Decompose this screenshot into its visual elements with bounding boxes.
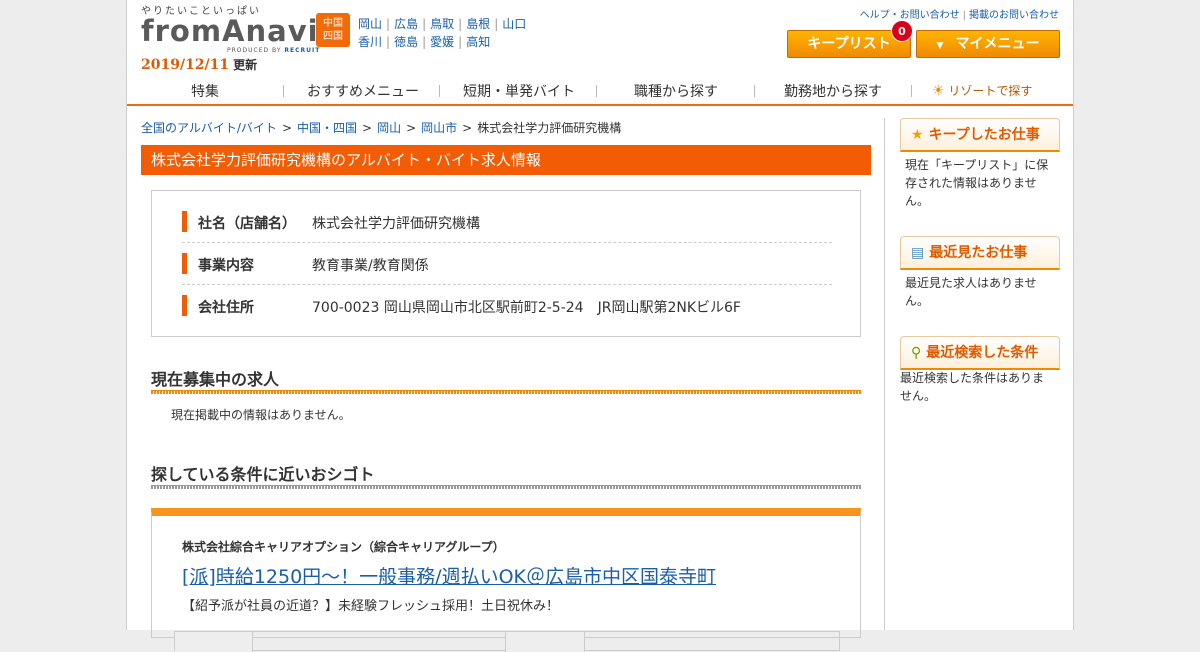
nav-feature[interactable]: 特集 <box>191 81 219 101</box>
recent-search-text: 最近検索した条件はありません。 <box>900 371 1045 403</box>
region-link-tokushima[interactable]: 徳島 <box>394 35 418 49</box>
section-divider <box>151 485 861 489</box>
top-links: ヘルプ・お問い合わせ | 掲載のお問い合わせ <box>859 10 1059 21</box>
job-card: 株式会社綜合キャリアオプション（綜合キャリアグループ） [派]時給1250円～！… <box>151 508 861 652</box>
job-catchphrase: 【紹予派が社員の近道？】未経験フレッシュ採用！土日祝休み！ <box>182 599 560 614</box>
update-date: 2019/12/11 更新 <box>141 57 258 73</box>
business-row: 事業内容 教育事業/教育関係 <box>182 243 832 285</box>
sun-icon: ☀ <box>932 83 945 99</box>
global-nav: 特集 おすすめメニュー 短期・単発バイト 職種から探す 勤務地から探す ☀ リゾ… <box>127 78 1073 106</box>
section-divider <box>151 390 861 394</box>
document-icon: ▤ <box>911 245 925 261</box>
company-info-box: 社名（店舗名） 株式会社学力評価研究機構 事業内容 教育事業/教育関係 会社住所… <box>151 190 861 337</box>
company-name-value: 株式会社学力評価研究機構 <box>312 216 480 232</box>
job-company: 株式会社綜合キャリアオプション（綜合キャリアグループ） <box>182 540 505 554</box>
nav-recommend[interactable]: おすすめメニュー <box>307 81 419 101</box>
breadcrumb-chugoku-shikoku[interactable]: 中国・四国 <box>297 121 357 135</box>
search-icon: ⚲ <box>911 345 922 361</box>
recent-jobs-text: 最近見た求人はありません。 <box>905 276 1037 308</box>
region-link-kagawa[interactable]: 香川 <box>358 35 382 49</box>
kept-jobs-text: 現在「キープリスト」に保存された情報はありません。 <box>905 158 1049 208</box>
triangle-down-icon: ▼ <box>936 41 944 51</box>
region-links: 岡山 | 広島 | 鳥取 | 島根 | 山口 香川 | 徳島 | 愛媛 | 高知 <box>358 17 527 49</box>
region-badge: 中国 四国 <box>316 13 350 47</box>
company-name-row: 社名（店舗名） 株式会社学力評価研究機構 <box>182 201 832 243</box>
business-value: 教育事業/教育関係 <box>312 258 429 274</box>
kept-jobs-heading: ★ キープしたお仕事 <box>900 118 1060 152</box>
job-title-link[interactable]: [派]時給1250円～！一般事務/週払いOK＠広島市中区国泰寺町 <box>182 562 716 589</box>
produced-by: PRODUCED BY RECRUIT <box>227 47 321 54</box>
keep-count-badge: 0 <box>891 20 913 42</box>
breadcrumb: 全国のアルバイト/バイト > 中国・四国 > 岡山 > 岡山市 > 株式会社学力評価研究機構 <box>141 121 622 135</box>
nav-resort[interactable]: ☀ リゾートで探す <box>932 82 1032 99</box>
ad-inquiry-link[interactable]: 掲載のお問い合わせ <box>969 10 1059 21</box>
help-link[interactable]: ヘルプ・お問い合わせ <box>860 10 960 21</box>
region-link-okayama[interactable]: 岡山 <box>358 17 382 31</box>
recent-search-heading: ⚲ 最近検索した条件 <box>900 336 1060 370</box>
breadcrumb-national[interactable]: 全国のアルバイト/バイト <box>141 121 277 135</box>
my-menu-button[interactable]: ▼ マイメニュー <box>916 30 1060 58</box>
address-label: 会社住所 <box>198 300 254 316</box>
address-value: 700-0023 岡山県岡山市北区駅前町2-5-24 JR岡山駅第2NKビル6F <box>312 300 741 316</box>
address-row: 会社住所 700-0023 岡山県岡山市北区駅前町2-5-24 JR岡山駅第2N… <box>182 285 832 327</box>
region-link-tottori[interactable]: 鳥取 <box>430 17 454 31</box>
no-jobs-message: 現在掲載中の情報はありません。 <box>171 408 351 422</box>
company-name-label: 社名（店舗名） <box>198 216 296 232</box>
site-logo[interactable]: fromAnavi <box>141 14 319 48</box>
region-link-hiroshima[interactable]: 広島 <box>394 17 418 31</box>
page-title: 株式会社学力評価研究機構のアルバイト・バイト求人情報 <box>141 145 871 175</box>
nav-job-type[interactable]: 職種から探す <box>634 81 718 101</box>
page-container: やりたいこといっぱい fromAnavi PRODUCED BY RECRUIT… <box>126 0 1074 652</box>
breadcrumb-current: 株式会社学力評価研究機構 <box>477 121 622 135</box>
region-link-yamaguchi[interactable]: 山口 <box>502 17 526 31</box>
region-link-ehime[interactable]: 愛媛 <box>430 35 454 49</box>
breadcrumb-okayama-city[interactable]: 岡山市 <box>421 121 457 135</box>
nav-short-term[interactable]: 短期・単発バイト <box>463 81 575 101</box>
region-link-shimane[interactable]: 島根 <box>466 17 490 31</box>
region-link-kochi[interactable]: 高知 <box>466 35 490 49</box>
column-divider <box>884 118 885 630</box>
business-label: 事業内容 <box>198 258 254 274</box>
recent-jobs-heading: ▤ 最近見たお仕事 <box>900 236 1060 270</box>
star-icon: ★ <box>911 127 924 143</box>
nav-location[interactable]: 勤務地から探す <box>784 81 882 101</box>
job-detail-table <box>174 631 840 652</box>
breadcrumb-okayama[interactable]: 岡山 <box>377 121 401 135</box>
